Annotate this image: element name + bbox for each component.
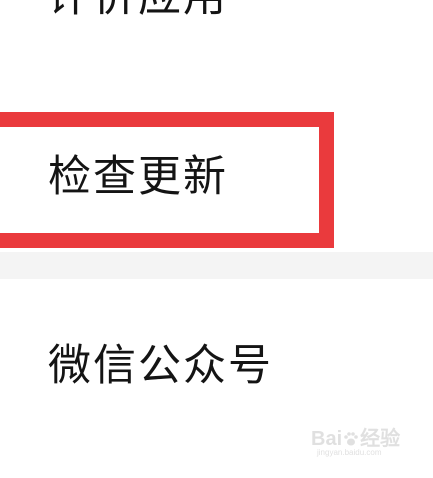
- watermark-logo-text-b: 经验: [360, 428, 401, 450]
- paw-icon: [344, 432, 358, 446]
- settings-screen: 评价应用 检查更新 微信公众号 Bai 经验 jingyan.baidu.com: [0, 0, 433, 478]
- watermark-logo: Bai 经验: [311, 422, 400, 451]
- menu-item-check-update[interactable]: 检查更新: [0, 112, 433, 252]
- watermark-url: jingyan.baidu.com: [317, 448, 382, 457]
- menu-item-rate-app[interactable]: 评价应用: [0, 0, 433, 62]
- section-divider: [0, 252, 433, 279]
- menu-item-label: 检查更新: [48, 152, 228, 202]
- baidu-jingyan-watermark: Bai 经验 jingyan.baidu.com: [311, 422, 411, 468]
- watermark-logo-text-a: Bai: [311, 428, 343, 450]
- menu-item-label: 评价应用: [48, 0, 228, 22]
- menu-item-label: 微信公众号: [48, 341, 273, 391]
